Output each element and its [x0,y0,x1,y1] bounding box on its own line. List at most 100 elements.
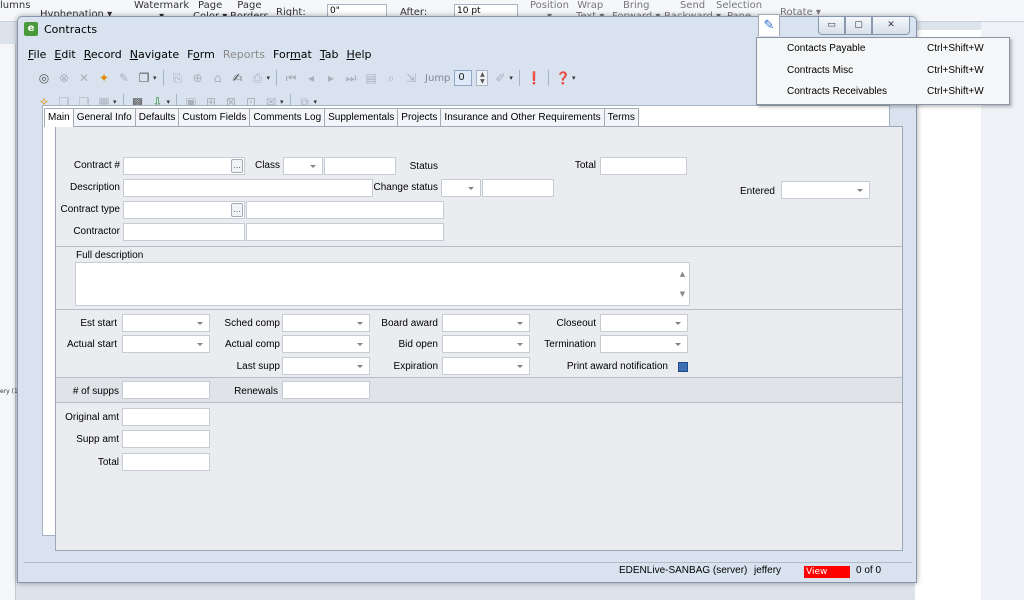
menu-edit[interactable]: Edit [50,44,79,64]
toolbar-separator [518,70,520,86]
textarea-scrollbar[interactable]: ▲ ▼ [677,264,688,304]
original-amt-field[interactable] [122,408,210,426]
termination-dropdown[interactable] [600,335,688,353]
close-button[interactable]: ✕ [872,17,910,35]
copy-icon[interactable]: ⎘ [170,70,186,86]
print-award-notification-checkbox[interactable] [678,362,688,372]
actual-comp-dropdown[interactable] [282,335,370,353]
contract-type-field[interactable] [123,201,245,219]
grid-icon[interactable]: ▤ [363,70,379,86]
class-description-field[interactable] [324,157,396,175]
contract-type-lookup-button[interactable]: … [231,203,243,217]
menu-form[interactable]: Form [183,44,219,64]
contract-type-description-field[interactable] [246,201,444,219]
contractor-field[interactable] [123,223,245,241]
print-award-notification-label: Print award notification [566,361,668,372]
board-award-label: Board award [381,318,438,329]
class-dropdown[interactable] [283,157,323,175]
chevron-down-icon[interactable]: ▾ [509,74,513,82]
tab-general-info[interactable]: General Info [72,108,136,126]
edit-icon[interactable]: ✎ [116,70,132,86]
renewals-label: Renewals [234,386,278,397]
expiration-label: Expiration [393,361,438,372]
menu-record[interactable]: Record [80,44,126,64]
menu-item-contracts-misc[interactable]: Contracts Misc [787,65,853,76]
menu-item-shortcut: Ctrl+Shift+W [927,43,984,54]
menu-item-contracts-receivables[interactable]: Contracts Receivables [787,86,887,97]
jump-spinner[interactable]: ▲ ▼ [476,70,489,86]
maximize-button[interactable]: ▢ [845,17,872,35]
closeout-label: Closeout [556,318,596,329]
description-field[interactable] [123,179,373,197]
link-icon[interactable]: ⊕ [190,70,206,86]
section-divider [56,309,902,310]
sched-comp-dropdown[interactable] [282,314,370,332]
alert-icon[interactable]: ❗ [526,70,542,86]
status-record-count: 0 of 0 [856,565,882,576]
chevron-down-icon[interactable]: ▾ [572,74,576,82]
next-record-icon[interactable]: ▸ [323,70,339,86]
closeout-dropdown[interactable] [600,314,688,332]
renewals-field[interactable] [282,381,370,399]
new-record-icon[interactable]: ✦ [96,70,112,86]
supp-amt-field[interactable] [122,430,210,448]
tab-supplementals[interactable]: Supplementals [324,108,399,126]
menu-format[interactable]: Format [269,44,316,64]
full-description-textarea[interactable] [75,262,690,306]
chevron-down-icon[interactable]: ▾ [267,74,271,82]
target-icon[interactable]: ◎ [36,70,52,86]
change-status-dropdown[interactable] [441,179,481,197]
first-record-icon[interactable]: ⏮ [283,70,299,86]
tab-projects[interactable]: Projects [397,108,442,126]
total-amt-field[interactable] [122,453,210,471]
change-status-description-field[interactable] [482,179,554,197]
jump-label: Jump [425,72,451,84]
cancel-icon[interactable]: ⊗ [56,70,72,86]
jump-input[interactable]: 0 [454,70,473,86]
last-supp-dropdown[interactable] [282,357,370,375]
menu-file[interactable]: File [24,44,50,64]
termination-label: Termination [544,339,596,350]
contract-lookup-button[interactable]: … [231,159,243,173]
duplicate-icon[interactable]: ❐ [136,70,152,86]
contractor-label: Contractor [73,226,120,237]
tab-terms[interactable]: Terms [603,108,639,126]
tab-defaults[interactable]: Defaults [134,108,180,126]
tab-insurance-and-other-requirements[interactable]: Insurance and Other Requirements [440,108,605,126]
menu-help[interactable]: Help [342,44,375,64]
chevron-down-icon[interactable]: ▾ [153,74,157,82]
paint-brush-icon[interactable]: ✎ [758,14,780,36]
bid-open-dropdown[interactable] [442,335,530,353]
find-icon[interactable]: ⌕ [383,70,399,86]
menu-tab[interactable]: Tab [316,44,343,64]
entered-dropdown[interactable] [781,181,870,199]
description-label: Description [69,182,120,193]
print-icon[interactable]: ⎙ [250,70,266,86]
tab-comments-log[interactable]: Comments Log [249,108,326,126]
board-award-dropdown[interactable] [442,314,530,332]
total-field[interactable] [600,157,687,175]
notes-icon[interactable]: ✍ [230,70,246,86]
delete-icon[interactable]: ✕ [76,70,92,86]
original-amt-label: Original amt [65,412,119,423]
help-icon[interactable]: ❓ [555,70,571,86]
status-user: jeffery [754,565,782,576]
section-divider [56,402,902,403]
attach-icon[interactable]: ⌂ [210,70,226,86]
tab-custom-fields[interactable]: Custom Fields [178,108,251,126]
contract-number-field[interactable] [123,157,245,175]
tab-main[interactable]: Main [44,108,74,127]
menu-item-contacts-payable[interactable]: Contacts Payable [787,43,865,54]
contract-type-label: Contract type [60,204,120,215]
last-record-icon[interactable]: ⏭ [343,70,359,86]
previous-record-icon[interactable]: ◂ [303,70,319,86]
minimize-button[interactable]: ▭ [818,17,845,35]
actual-start-dropdown[interactable] [122,335,210,353]
expiration-dropdown[interactable] [442,357,530,375]
contractor-name-field[interactable] [246,223,444,241]
num-supps-field[interactable] [122,381,210,399]
tag-icon[interactable]: ✐ [492,70,508,86]
menu-navigate[interactable]: Navigate [126,44,183,64]
est-start-dropdown[interactable] [122,314,210,332]
jump-icon[interactable]: ⇲ [403,70,419,86]
